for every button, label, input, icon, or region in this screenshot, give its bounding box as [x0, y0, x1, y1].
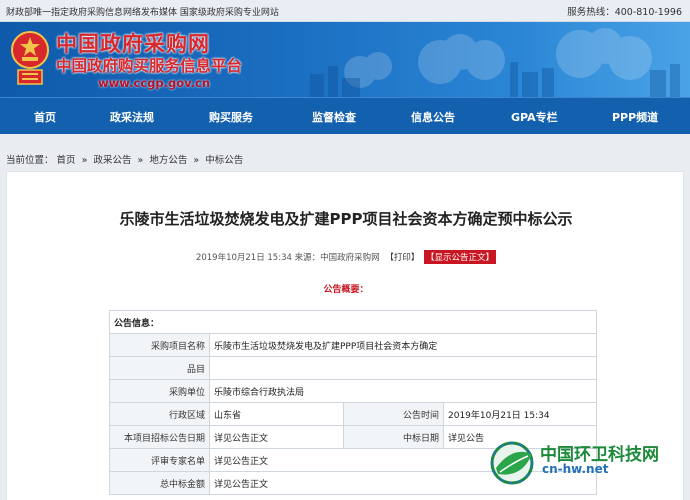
field-value: 2019年10月21日 15:34 — [442, 402, 598, 426]
field-value — [208, 356, 598, 380]
breadcrumb-local[interactable]: 地方公告 — [149, 155, 187, 166]
article-meta: 2019年10月21日 15:34 来源：中国政府采购网 【打印】 【显示公告正… — [7, 250, 685, 264]
table-row: 采购项目名称 乐陵市生活垃圾焚烧发电及扩建PPP项目社会资本方确定 — [109, 333, 598, 357]
leaf-globe-logo-icon — [490, 441, 534, 485]
breadcrumb-separator: » — [137, 155, 144, 166]
field-label: 评审专家名单 — [109, 448, 210, 472]
field-label: 总中标金额 — [109, 471, 210, 495]
nav-ppp[interactable]: PPP频道 — [612, 109, 658, 125]
main-nav: 首页 政采法规 购买服务 监督检查 信息公告 GPA专栏 PPP频道 — [0, 97, 690, 134]
field-value: 详见公告正文 — [209, 425, 344, 449]
breadcrumb: 当前位置： 首页 » 政采公告 » 地方公告 » 中标公告 — [6, 152, 243, 166]
summary-heading: 公告概要： — [323, 285, 369, 295]
breadcrumb-home[interactable]: 首页 — [57, 155, 76, 166]
field-label: 行政区域 — [109, 402, 210, 426]
table-row: 采购单位 乐陵市综合行政执法局 — [109, 379, 598, 403]
breadcrumb-award[interactable]: 中标公告 — [205, 155, 243, 166]
field-label: 品目 — [109, 356, 210, 380]
table-row: 品目 — [109, 356, 598, 380]
nav-regulations[interactable]: 政采法规 — [110, 109, 154, 125]
watermark: 中国环卫科技网 cn-hw.net — [488, 436, 688, 494]
breadcrumb-prefix: 当前位置： — [6, 155, 54, 166]
service-hotline: 服务热线：400-810-1996 — [567, 7, 682, 18]
site-tagline: 财政部唯一指定政府采购信息网络发布媒体 国家级政府采购专业网站 — [6, 8, 279, 18]
show-body-button[interactable]: 【显示公告正文】 — [424, 250, 497, 264]
top-info-bar: 财政部唯一指定政府采购信息网络发布媒体 国家级政府采购专业网站 服务热线：400… — [0, 0, 690, 22]
publish-info: 2019年10月21日 15:34 来源：中国政府采购网 — [195, 253, 380, 263]
watermark-url: cn-hw.net — [542, 462, 609, 476]
nav-services[interactable]: 购买服务 — [209, 109, 253, 125]
breadcrumb-separator: » — [193, 155, 200, 166]
nav-announcements[interactable]: 信息公告 — [411, 109, 455, 125]
field-label: 本项目招标公告日期 — [109, 425, 210, 449]
article-title: 乐陵市生活垃圾焚烧发电及扩建PPP项目社会资本方确定预中标公示 — [119, 210, 573, 228]
table-header: 公告信息： — [108, 310, 598, 334]
nav-gpa[interactable]: GPA专栏 — [511, 109, 558, 125]
site-url[interactable]: www.ccgp.gov.cn — [98, 76, 210, 90]
site-subtitle: 中国政府购买服务信息平台 — [56, 57, 243, 75]
print-link[interactable]: 【打印】 — [385, 253, 419, 263]
table-row: 公告信息： — [108, 310, 598, 334]
field-label: 采购单位 — [109, 379, 210, 403]
field-value: 乐陵市生活垃圾焚烧发电及扩建PPP项目社会资本方确定 — [208, 333, 598, 357]
field-label: 公告时间 — [343, 402, 444, 426]
field-value: 乐陵市综合行政执法局 — [208, 379, 598, 403]
field-label: 采购项目名称 — [109, 333, 210, 357]
site-banner: 中国政府采购网 中国政府购买服务信息平台 www.ccgp.gov.cn — [0, 22, 690, 97]
breadcrumb-announcements[interactable]: 政采公告 — [93, 155, 131, 166]
field-label: 中标日期 — [343, 425, 444, 449]
nav-home[interactable]: 首页 — [34, 109, 56, 125]
table-row: 行政区域 山东省 公告时间 2019年10月21日 15:34 — [109, 402, 598, 426]
skyline-graphic — [310, 28, 680, 97]
nav-supervision[interactable]: 监督检查 — [312, 109, 356, 125]
breadcrumb-separator: » — [81, 155, 88, 166]
field-value: 山东省 — [209, 402, 344, 426]
national-emblem-icon — [11, 31, 49, 85]
